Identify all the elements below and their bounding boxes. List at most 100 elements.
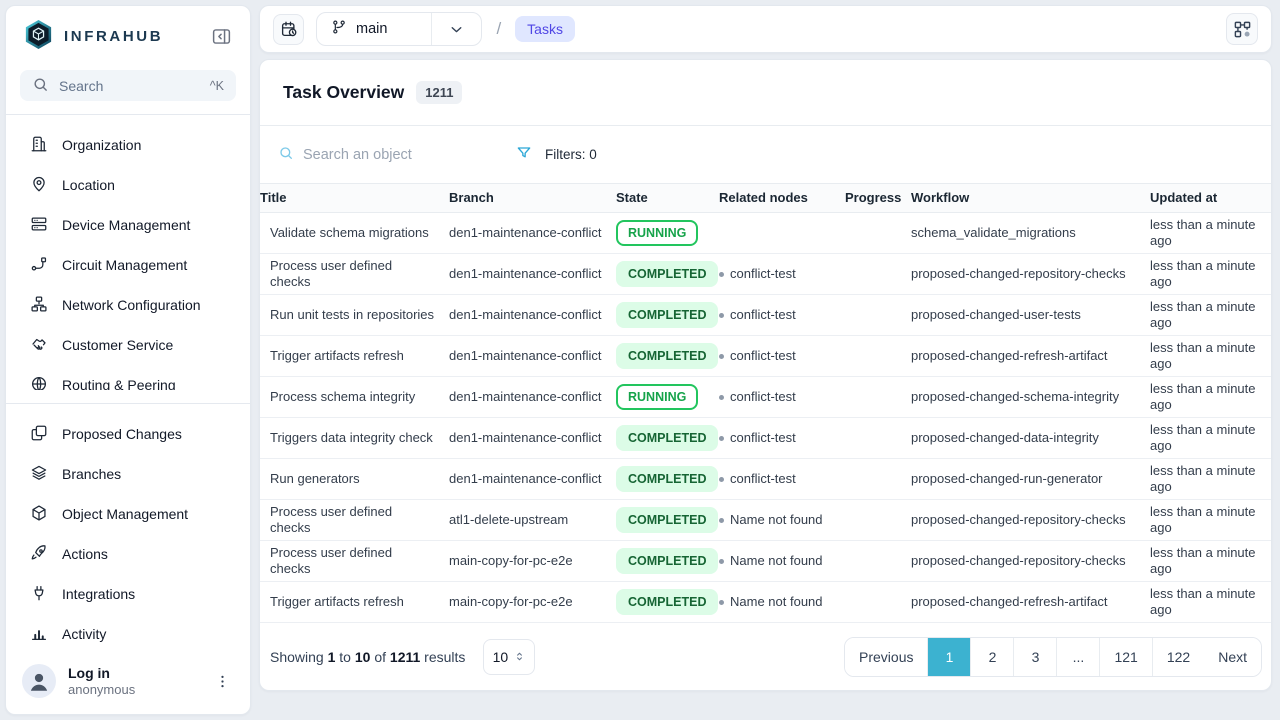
- cell-updated-at: less than a minute ago: [1150, 377, 1271, 417]
- sidebar-nav-item[interactable]: Proposed Changes: [18, 414, 238, 454]
- table-header-row: Title Branch State Related nodes Progres…: [260, 183, 1271, 213]
- brand-name[interactable]: INFRAHUB: [64, 28, 163, 45]
- cell-state: COMPLETED: [616, 462, 719, 496]
- pagination: Previous 1 2 3 ... 121: [844, 637, 1262, 677]
- sidebar-nav-item[interactable]: Actions: [18, 534, 238, 574]
- column-header: Branch: [449, 186, 616, 210]
- cell-related-nodes: conflict-test: [719, 385, 845, 409]
- cell-progress: [845, 434, 911, 442]
- table-row[interactable]: Run generators den1-maintenance-conflict…: [260, 459, 1271, 500]
- cell-title: Run generators: [260, 467, 449, 491]
- cell-state: COMPLETED: [616, 339, 719, 373]
- cube-icon: [30, 504, 48, 525]
- chevron-down-icon[interactable]: [431, 13, 481, 45]
- results-summary: Showing 1 to 10 of 1211 results: [270, 649, 465, 665]
- cell-progress: [845, 557, 911, 565]
- server-icon: [30, 215, 48, 236]
- page-size-select[interactable]: 10: [483, 639, 535, 675]
- sidebar-nav-item[interactable]: Routing & Peering: [18, 365, 238, 390]
- sidebar-item-label: Customer Service: [62, 337, 173, 353]
- current-branch-label: main: [356, 21, 387, 37]
- cell-state: RUNNING: [616, 380, 719, 414]
- table-row[interactable]: Process user defined checks main-copy-fo…: [260, 541, 1271, 582]
- page-number-button[interactable]: ...: [1057, 638, 1100, 676]
- table-body: Validate schema migrations den1-maintena…: [260, 213, 1271, 623]
- cell-branch: den1-maintenance-conflict: [449, 221, 616, 245]
- related-node-label: conflict-test: [730, 389, 796, 405]
- cell-title: Trigger artifacts refresh: [260, 344, 449, 368]
- sidebar-item-label: Network Configuration: [62, 297, 201, 313]
- funnel-filter-icon: [516, 145, 532, 164]
- calendar-clock-icon[interactable]: [273, 14, 304, 45]
- circuit-icon: [30, 255, 48, 276]
- page-number-button[interactable]: 3: [1014, 638, 1057, 676]
- cell-progress: [845, 393, 911, 401]
- sidebar-nav-item[interactable]: Activity: [18, 614, 238, 654]
- search-icon: [278, 145, 294, 165]
- object-search-input[interactable]: Search an object: [278, 145, 490, 165]
- sidebar-nav-item[interactable]: Organization: [18, 125, 238, 165]
- state-badge: COMPLETED: [616, 302, 718, 328]
- sidebar-nav-item[interactable]: Location: [18, 165, 238, 205]
- sidebar-nav-item[interactable]: Customer Service: [18, 325, 238, 365]
- next-page-button[interactable]: Next: [1204, 638, 1261, 676]
- cell-workflow: proposed-changed-user-tests: [911, 303, 1150, 327]
- cell-workflow: schema_validate_migrations: [911, 221, 1150, 245]
- related-node-label: conflict-test: [730, 307, 796, 323]
- cell-updated-at: less than a minute ago: [1150, 459, 1271, 499]
- table-row[interactable]: Process user defined checks atl1-delete-…: [260, 500, 1271, 541]
- sidebar-search-input[interactable]: Search ^K: [20, 70, 236, 101]
- cell-workflow: proposed-changed-refresh-artifact: [911, 344, 1150, 368]
- node-dot-icon: [719, 518, 724, 523]
- cell-updated-at: less than a minute ago: [1150, 582, 1271, 622]
- page-number-button[interactable]: 121: [1100, 638, 1152, 676]
- cell-branch: den1-maintenance-conflict: [449, 385, 616, 409]
- brand-header: INFRAHUB: [18, 6, 238, 62]
- sidebar-nav-item[interactable]: Object Management: [18, 494, 238, 534]
- sidebar-nav-item[interactable]: Circuit Management: [18, 245, 238, 285]
- cell-state: COMPLETED: [616, 544, 719, 578]
- table-row[interactable]: Run unit tests in repositories den1-main…: [260, 295, 1271, 336]
- handshake-icon: [30, 335, 48, 356]
- related-node-label: Name not found: [730, 553, 823, 569]
- collapse-sidebar-icon[interactable]: [208, 23, 234, 49]
- kebab-menu-icon[interactable]: [210, 669, 234, 693]
- table-row[interactable]: Process schema integrity den1-maintenanc…: [260, 377, 1271, 418]
- page-number-button[interactable]: 1: [928, 638, 971, 676]
- table-row[interactable]: Triggers data integrity check den1-maint…: [260, 418, 1271, 459]
- network-icon: [30, 295, 48, 316]
- branch-selector[interactable]: main: [316, 12, 482, 46]
- user-section[interactable]: Log in anonymous: [18, 654, 238, 714]
- cell-title: Run unit tests in repositories: [260, 303, 449, 327]
- cell-updated-at: less than a minute ago: [1150, 254, 1271, 294]
- login-label[interactable]: Log in: [68, 665, 135, 681]
- state-badge: COMPLETED: [616, 548, 718, 574]
- cell-title: Triggers data integrity check: [260, 426, 449, 450]
- page-header: Task Overview 1211: [260, 60, 1271, 126]
- table-row[interactable]: Trigger artifacts refresh main-copy-for-…: [260, 582, 1271, 623]
- sidebar-item-label: Actions: [62, 546, 108, 562]
- main-column: main / Tasks Task Overview 1211: [259, 5, 1272, 715]
- sidebar-nav-item[interactable]: Branches: [18, 454, 238, 494]
- plug-icon: [30, 584, 48, 605]
- sidebar-item-label: Integrations: [62, 586, 135, 602]
- cell-related-nodes: Name not found: [719, 590, 845, 614]
- table-row[interactable]: Trigger artifacts refresh den1-maintenan…: [260, 336, 1271, 377]
- breadcrumb-tasks[interactable]: Tasks: [515, 16, 575, 42]
- sidebar-item-label: Proposed Changes: [62, 426, 182, 442]
- sidebar: INFRAHUB Search ^K Organization: [5, 5, 251, 715]
- table-row[interactable]: Process user defined checks den1-mainten…: [260, 254, 1271, 295]
- sidebar-nav-item[interactable]: Device Management: [18, 205, 238, 245]
- node-dot-icon: [719, 477, 724, 482]
- workflow-graph-icon[interactable]: [1226, 13, 1258, 45]
- table-row[interactable]: Validate schema migrations den1-maintena…: [260, 213, 1271, 254]
- page-number-button[interactable]: 122: [1153, 638, 1204, 676]
- sidebar-nav-item[interactable]: Network Configuration: [18, 285, 238, 325]
- bar-chart-icon: [30, 624, 48, 645]
- cell-related-nodes: conflict-test: [719, 344, 845, 368]
- previous-page-button[interactable]: Previous: [845, 638, 928, 676]
- page-number-button[interactable]: 2: [971, 638, 1014, 676]
- cell-related-nodes: conflict-test: [719, 467, 845, 491]
- filters-button[interactable]: Filters: 0: [516, 145, 597, 164]
- sidebar-nav-item[interactable]: Integrations: [18, 574, 238, 614]
